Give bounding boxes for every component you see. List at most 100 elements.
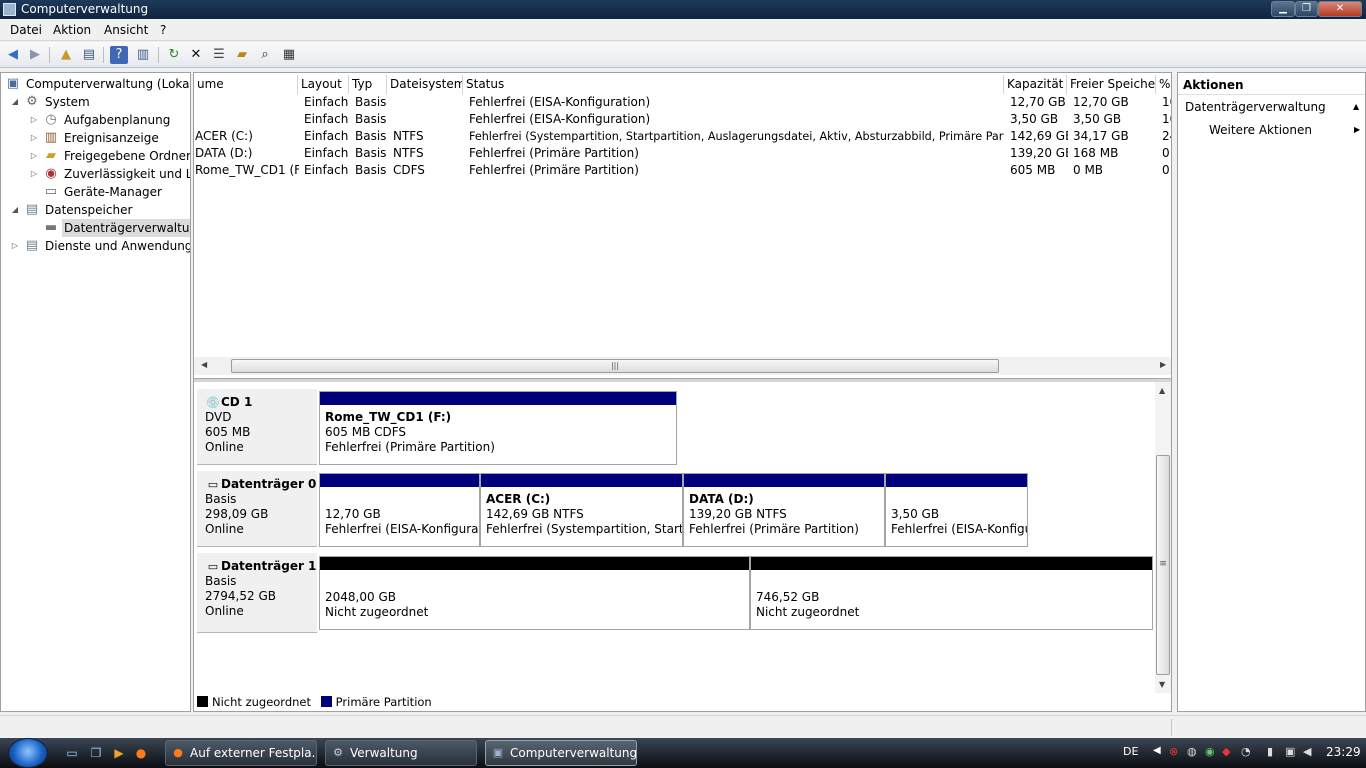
acrobat-icon[interactable]: ◆: [1222, 745, 1230, 758]
partition-unallocated-2[interactable]: 746,52 GB Nicht zugeordnet: [750, 556, 1153, 630]
collapse-up-icon[interactable]: ▲: [1353, 96, 1359, 118]
tree-item-dienste-und-anwendungen[interactable]: ▷ ▤ Dienste und Anwendungen: [1, 237, 190, 255]
weitere-aktionen-item[interactable]: Weitere Aktionen: [1209, 121, 1312, 139]
firefox-icon: ●: [173, 746, 183, 759]
column-header-layout[interactable]: Layout: [298, 75, 349, 94]
tree-item-datentraegerverwaltung[interactable]: ▬ Datenträgerverwaltung: [1, 219, 190, 237]
minimize-button[interactable]: ▁: [1271, 1, 1295, 17]
pane-splitter[interactable]: [194, 378, 1171, 382]
collapse-arrow-icon[interactable]: ▷: [29, 129, 39, 147]
column-header-kapazitaet[interactable]: Kapazität: [1004, 75, 1067, 94]
tray-expand-icon[interactable]: ◀: [1153, 745, 1161, 756]
disk-view-vertical-scrollbar[interactable]: ▲ ≡ ▼: [1155, 382, 1171, 693]
table-row[interactable]: DATA (D:) Einfach Basis NTFS Fehlerfrei …: [194, 145, 1171, 162]
clock[interactable]: 23:29: [1326, 745, 1361, 759]
display-icon[interactable]: ▣: [1285, 745, 1295, 758]
scroll-right-icon[interactable]: ▶: [1160, 360, 1166, 369]
menu-ansicht[interactable]: Ansicht: [104, 23, 148, 37]
menu-aktion[interactable]: Aktion: [53, 23, 91, 37]
help-icon[interactable]: ?: [110, 46, 128, 64]
table-row[interactable]: Rome_TW_CD1 (F:) Einfach Basis CDFS Fehl…: [194, 162, 1171, 179]
task-computerverwaltung[interactable]: ▣ Computerverwaltung: [485, 740, 637, 766]
tree-item-system[interactable]: ◢ ⚙ System: [1, 93, 190, 111]
cell-volume: ACER (C:): [195, 129, 253, 143]
disk-name: Datenträger 1: [221, 559, 317, 573]
volume-icon[interactable]: ◀: [1303, 745, 1311, 758]
table-row[interactable]: ACER (C:) Einfach Basis NTFS Fehlerfrei …: [194, 128, 1171, 145]
delete-icon[interactable]: ✕: [187, 46, 205, 64]
column-header-percent[interactable]: %: [1156, 75, 1171, 94]
switch-windows-icon[interactable]: ❐: [88, 745, 104, 761]
show-desktop-icon[interactable]: ▭: [64, 745, 80, 761]
language-indicator[interactable]: DE: [1123, 745, 1138, 758]
partition-acer-c[interactable]: ACER (C:) 142,69 GB NTFS Fehlerfrei (Sys…: [480, 473, 683, 547]
table-row[interactable]: Einfach Basis Fehlerfrei (EISA-Konfigura…: [194, 94, 1171, 111]
scroll-thumb[interactable]: ≡: [1156, 455, 1170, 675]
disk-label-datentraeger-0[interactable]: ▭ Datenträger 0 Basis 298,09 GB Online: [197, 471, 317, 547]
search-icon[interactable]: ⌕: [256, 46, 274, 64]
partition-rome-tw-cd1[interactable]: Rome_TW_CD1 (F:) 605 MB CDFS Fehlerfrei …: [319, 391, 677, 465]
tree-item-geraete-manager[interactable]: ▭ Geräte-Manager: [1, 183, 190, 201]
collapse-arrow-icon[interactable]: ▷: [29, 111, 39, 129]
firefox-icon[interactable]: ●: [133, 745, 149, 761]
forward-icon[interactable]: ▶: [26, 46, 44, 64]
tree-item-zuverlaessigkeit[interactable]: ▷ ◉ Zuverlässigkeit und Leis: [1, 165, 190, 183]
scroll-thumb[interactable]: |||: [231, 359, 999, 373]
task-firefox[interactable]: ● Auf externer Festpla...: [165, 740, 317, 766]
actions-section-datentraegerverwaltung[interactable]: Datenträgerverwaltung ▲: [1178, 96, 1365, 118]
refresh-icon[interactable]: ↻: [165, 46, 183, 64]
unallocated-swatch: [197, 696, 208, 707]
close-button[interactable]: ✕: [1318, 1, 1362, 17]
tree-item-ereignisanzeige[interactable]: ▷ ▥ Ereignisanzeige: [1, 129, 190, 147]
list-horizontal-scrollbar[interactable]: ◀ ||| ▶: [194, 357, 1171, 375]
column-header-typ[interactable]: Typ: [349, 75, 387, 94]
cell-percent: 10: [1162, 95, 1171, 109]
scroll-up-icon[interactable]: ▲: [1159, 386, 1165, 395]
properties-icon[interactable]: ☰: [210, 46, 228, 64]
legend-unallocated-label: Nicht zugeordnet: [212, 695, 312, 709]
tree-item-datenspeicher[interactable]: ◢ ▤ Datenspeicher: [1, 201, 190, 219]
task-verwaltung[interactable]: ⚙ Verwaltung: [325, 740, 477, 766]
tree-item-freigegebene-ordner[interactable]: ▷ ▰ Freigegebene Ordner: [1, 147, 190, 165]
partition-eisa-1[interactable]: 12,70 GB Fehlerfrei (EISA-Konfiguration): [319, 473, 480, 547]
expand-arrow-icon[interactable]: ◢: [10, 93, 20, 111]
maximize-button[interactable]: ❐: [1295, 1, 1318, 17]
up-folder-icon[interactable]: ▲: [57, 46, 75, 64]
partition-data-d[interactable]: DATA (D:) 139,20 GB NTFS Fehlerfrei (Pri…: [683, 473, 885, 547]
cell-status: Fehlerfrei (Systempartition, Startpartit…: [469, 130, 1004, 143]
menu-datei[interactable]: Datei: [10, 23, 42, 37]
update-icon[interactable]: ◉: [1205, 745, 1215, 758]
antivirus-icon[interactable]: ⊗: [1169, 745, 1178, 758]
expand-arrow-icon[interactable]: ◢: [10, 201, 20, 219]
settings-icon[interactable]: ▦: [280, 46, 298, 64]
security-icon[interactable]: ◔: [1241, 745, 1251, 758]
tree-item-label: System: [45, 95, 90, 109]
scroll-left-icon[interactable]: ◀: [201, 360, 207, 369]
collapse-arrow-icon[interactable]: ▷: [10, 237, 20, 255]
media-player-icon[interactable]: ▶: [111, 745, 127, 761]
table-row[interactable]: Einfach Basis Fehlerfrei (EISA-Konfigura…: [194, 111, 1171, 128]
show-hide-action-pane-icon[interactable]: ▥: [134, 46, 152, 64]
disk-label-cd1[interactable]: 💿CD 1 DVD 605 MB Online: [197, 389, 317, 465]
column-header-status[interactable]: Status: [463, 75, 1004, 94]
start-button[interactable]: [8, 738, 48, 768]
power-icon[interactable]: ▮: [1267, 745, 1273, 758]
submenu-arrow-icon[interactable]: ▶: [1354, 125, 1360, 134]
partition-unallocated-1[interactable]: 2048,00 GB Nicht zugeordnet: [319, 556, 750, 630]
column-header-dateisystem[interactable]: Dateisystem: [387, 75, 463, 94]
collapse-arrow-icon[interactable]: ▷: [29, 165, 39, 183]
disk-label-datentraeger-1[interactable]: ▭ Datenträger 1 Basis 2794,52 GB Online: [197, 553, 317, 633]
back-icon[interactable]: ◀: [4, 46, 22, 64]
column-header-freier-speicher[interactable]: Freier Speicher: [1067, 75, 1156, 94]
menu-help[interactable]: ?: [160, 23, 166, 37]
show-hide-tree-icon[interactable]: ▤: [80, 46, 98, 64]
scroll-down-icon[interactable]: ▼: [1159, 680, 1165, 689]
column-header-volume[interactable]: ume: [194, 75, 298, 94]
tree-item-label: Datenspeicher: [45, 203, 133, 217]
tree-item-aufgabenplanung[interactable]: ▷ ◷ Aufgabenplanung: [1, 111, 190, 129]
partition-eisa-2[interactable]: 3,50 GB Fehlerfrei (EISA-Konfiguration): [885, 473, 1028, 547]
cell-status: Fehlerfrei (EISA-Konfiguration): [469, 112, 651, 126]
open-icon[interactable]: ▰: [233, 46, 251, 64]
collapse-arrow-icon[interactable]: ▷: [29, 147, 39, 165]
network-icon[interactable]: ◍: [1187, 745, 1197, 758]
